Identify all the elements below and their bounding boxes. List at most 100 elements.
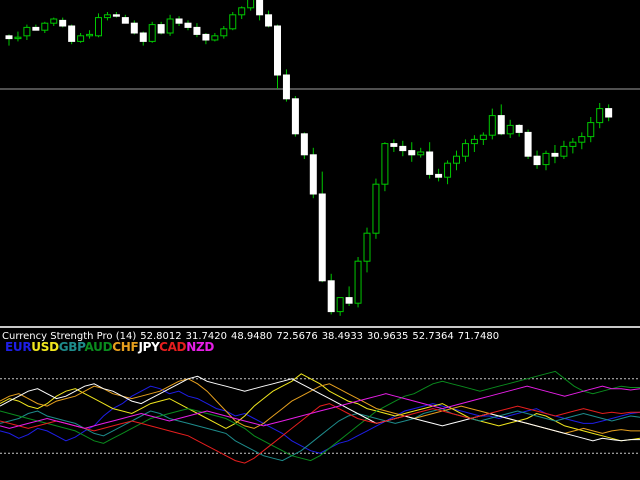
legend-item-eur: EUR bbox=[5, 340, 32, 354]
bull-candle-body bbox=[587, 122, 595, 138]
bull-candle-body bbox=[506, 124, 514, 135]
candle bbox=[59, 17, 67, 28]
candle bbox=[14, 31, 22, 42]
candle bbox=[551, 145, 559, 164]
candle bbox=[256, 0, 264, 21]
bear-candle-body bbox=[533, 155, 541, 166]
candle bbox=[121, 14, 129, 24]
candle bbox=[300, 132, 308, 159]
candle bbox=[112, 12, 120, 18]
bull-candle-body bbox=[14, 36, 22, 40]
bear-candle-body bbox=[282, 74, 290, 100]
candle bbox=[166, 14, 174, 36]
candle bbox=[139, 31, 147, 46]
bear-candle-body bbox=[309, 154, 317, 195]
candle bbox=[229, 12, 237, 31]
bear-candle-body bbox=[605, 108, 613, 118]
candle bbox=[506, 119, 514, 138]
candle bbox=[327, 273, 335, 315]
bear-candle-body bbox=[130, 22, 138, 34]
candle bbox=[148, 21, 156, 43]
candle bbox=[560, 140, 568, 159]
candle bbox=[41, 21, 49, 33]
candle bbox=[32, 24, 40, 31]
bull-candle-body bbox=[363, 232, 371, 262]
candle bbox=[193, 23, 201, 38]
bull-candle-body bbox=[166, 18, 174, 34]
bull-candle-body bbox=[77, 35, 85, 42]
candle bbox=[86, 30, 94, 39]
bear-candle-body bbox=[175, 18, 183, 24]
candle bbox=[274, 24, 281, 89]
bull-candle-body bbox=[488, 115, 496, 136]
bull-candle-body bbox=[542, 152, 550, 166]
legend-item-nzd: NZD bbox=[186, 340, 215, 354]
bear-candle-body bbox=[256, 0, 264, 16]
bear-candle-body bbox=[399, 145, 407, 152]
strength-line-nzd bbox=[0, 385, 640, 429]
bear-candle-body bbox=[274, 25, 281, 76]
indicator-value: 52.7364 bbox=[412, 331, 454, 342]
candle bbox=[175, 16, 183, 26]
price-chart[interactable] bbox=[0, 0, 640, 326]
legend-item-usd: USD bbox=[31, 340, 59, 354]
candle bbox=[184, 20, 192, 31]
bear-candle-body bbox=[515, 124, 523, 133]
candle bbox=[426, 142, 434, 179]
bull-candle-body bbox=[103, 14, 111, 19]
candle bbox=[515, 124, 523, 137]
candle bbox=[77, 33, 85, 43]
candle bbox=[238, 6, 246, 19]
candle bbox=[587, 117, 595, 143]
currency-legend: EURUSDGBPAUDCHFJPYCADNZD bbox=[5, 340, 214, 354]
candle bbox=[408, 142, 416, 162]
bull-candle-body bbox=[86, 33, 94, 37]
candle bbox=[265, 10, 273, 28]
bear-candle-body bbox=[291, 98, 299, 135]
bear-candle-body bbox=[68, 25, 76, 42]
bull-candle-body bbox=[444, 162, 452, 178]
candle bbox=[596, 103, 604, 129]
indicator-value: 38.4933 bbox=[321, 331, 364, 342]
bear-candle-body bbox=[265, 14, 273, 27]
candle bbox=[318, 171, 326, 283]
bear-candle-body bbox=[157, 24, 165, 34]
bear-candle-body bbox=[524, 131, 532, 157]
candle bbox=[345, 286, 353, 306]
bull-candle-body bbox=[95, 17, 102, 37]
candle bbox=[435, 168, 443, 182]
candle bbox=[309, 147, 317, 199]
strength-line-cad bbox=[0, 403, 640, 464]
bear-candle-body bbox=[112, 14, 120, 17]
bear-candle-body bbox=[408, 150, 416, 156]
bull-candle-body bbox=[479, 134, 487, 140]
bull-candle-body bbox=[417, 151, 425, 156]
bull-candle-body bbox=[354, 260, 362, 304]
legend-item-gbp: GBP bbox=[58, 340, 85, 354]
indicator-value: 48.9480 bbox=[230, 331, 273, 342]
indicator-value: 72.5676 bbox=[276, 331, 318, 342]
bull-candle-body bbox=[372, 183, 380, 234]
bull-candle-body bbox=[229, 14, 237, 30]
price-chart-canvas[interactable] bbox=[0, 0, 640, 326]
candle bbox=[461, 139, 469, 162]
candle bbox=[417, 147, 425, 158]
candle bbox=[578, 132, 586, 150]
candle bbox=[336, 297, 344, 316]
candle bbox=[247, 0, 255, 11]
bull-candle-body bbox=[211, 35, 219, 41]
strength-line-eur bbox=[0, 385, 640, 454]
candle bbox=[542, 150, 550, 171]
candle bbox=[95, 13, 102, 38]
candle bbox=[130, 20, 138, 35]
bull-candle-body bbox=[50, 18, 58, 24]
candle bbox=[68, 24, 76, 45]
bear-candle-body bbox=[345, 297, 353, 304]
bear-candle-body bbox=[551, 152, 559, 157]
bear-candle-body bbox=[5, 35, 13, 40]
candle bbox=[50, 17, 58, 26]
candle bbox=[157, 21, 165, 35]
candle bbox=[220, 26, 228, 39]
candle bbox=[381, 142, 389, 192]
bull-candle-body bbox=[560, 145, 568, 157]
